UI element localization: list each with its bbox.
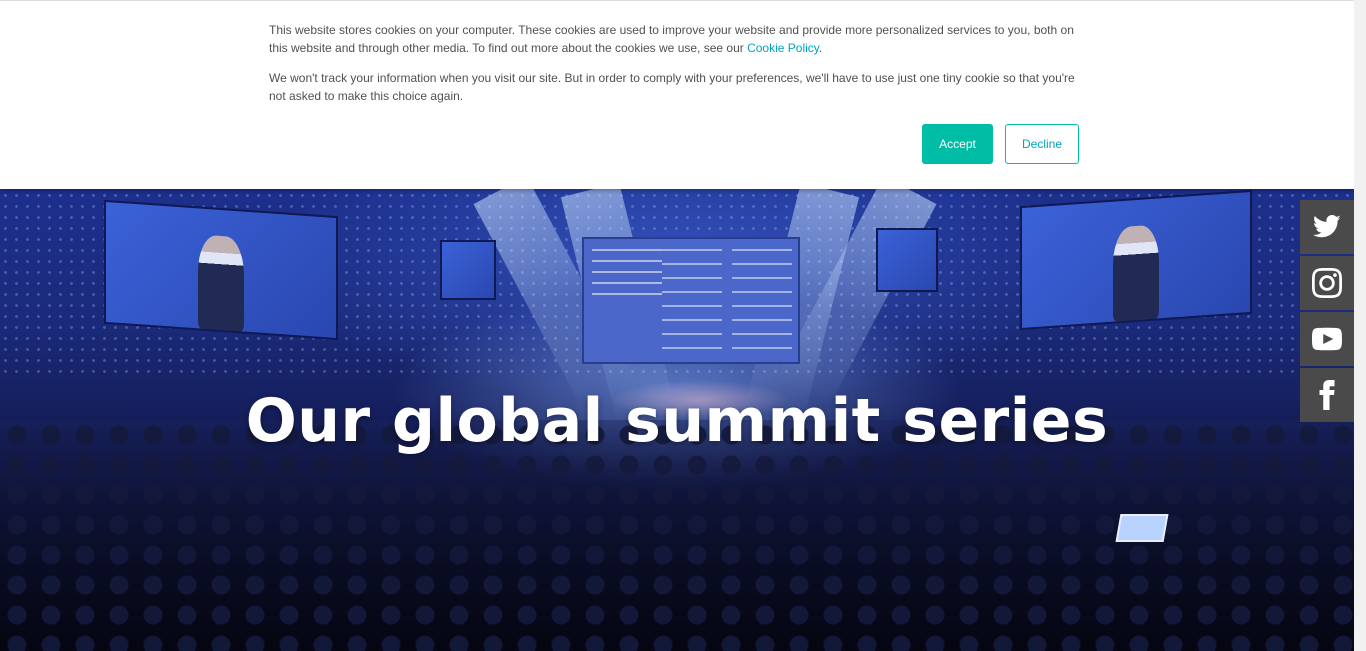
instagram-icon [1312,268,1342,298]
audience-laptop [1115,514,1169,542]
cookie-text-1-end: . [818,41,823,55]
screen-text-block [592,249,662,299]
page-scrollbar[interactable] [1354,0,1366,651]
cookie-policy-link[interactable]: Cookie Policy [747,41,819,55]
facebook-link[interactable] [1300,368,1354,422]
speaker-image [198,234,244,332]
instagram-link[interactable] [1300,256,1354,310]
screen-stat-column [732,249,792,349]
cookie-text-secondary: We won't track your information when you… [269,71,1075,103]
social-bar [1300,200,1354,424]
twitter-link[interactable] [1300,200,1354,254]
twitter-icon [1313,215,1341,238]
cookie-text-1: This website stores cookies on your comp… [269,23,1074,55]
youtube-icon [1312,327,1342,351]
youtube-link[interactable] [1300,312,1354,366]
side-screen [876,228,938,292]
cookie-banner: This website stores cookies on your comp… [0,0,1354,189]
facebook-icon [1319,380,1335,410]
stage-main-screen [582,237,800,364]
decline-button[interactable]: Decline [1005,124,1079,164]
screen-stat-column [662,249,722,349]
left-video-screen [104,199,338,341]
side-screen [440,240,496,300]
cookie-text-primary: This website stores cookies on your comp… [269,21,1081,57]
speaker-image [1113,224,1159,322]
hero-title: Our global summit series [245,386,1109,456]
right-video-screen [1020,189,1252,331]
accept-button[interactable]: Accept [922,124,993,164]
